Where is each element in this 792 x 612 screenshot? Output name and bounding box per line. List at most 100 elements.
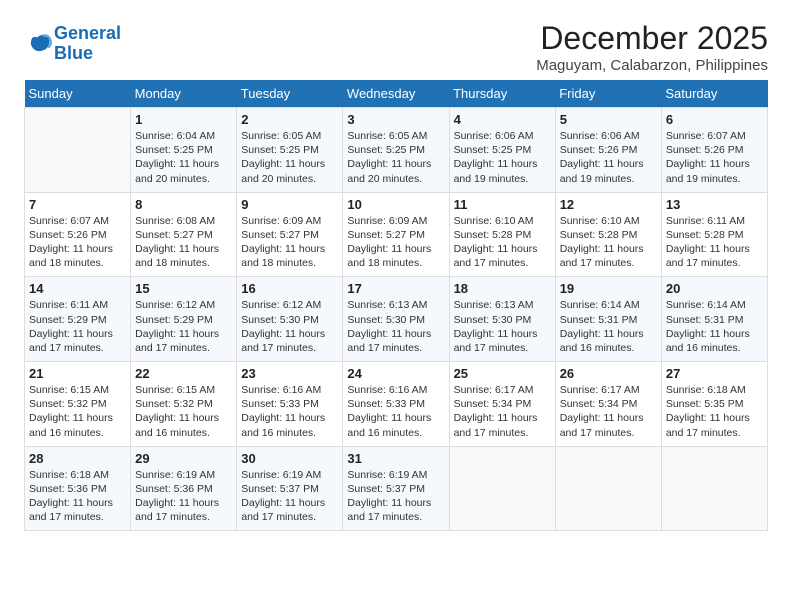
week-row-5: 28Sunrise: 6:18 AMSunset: 5:36 PMDayligh… <box>25 446 768 531</box>
day-info: Sunrise: 6:12 AMSunset: 5:30 PMDaylight:… <box>241 298 338 355</box>
calendar-cell: 24 Sunrise: 6:16 AMSunset: 5:33 PMDayligh… <box>343 362 449 447</box>
day-number: 13 <box>666 197 763 212</box>
calendar-cell: 31 Sunrise: 6:19 AMSunset: 5:37 PMDayligh… <box>343 446 449 531</box>
day-info: Sunrise: 6:15 AMSunset: 5:32 PMDaylight:… <box>29 383 126 440</box>
header-row: SundayMondayTuesdayWednesdayThursdayFrid… <box>25 80 768 108</box>
calendar-cell: 30Sunrise: 6:19 AMSunset: 5:37 PMDayligh… <box>237 446 343 531</box>
day-number: 4 <box>454 112 551 127</box>
day-info: Sunrise: 6:15 AMSunset: 5:32 PMDaylight:… <box>135 383 232 440</box>
day-number: 8 <box>135 197 232 212</box>
day-number: 12 <box>560 197 657 212</box>
header-cell-tuesday: Tuesday <box>237 80 343 108</box>
logo-text: General Blue <box>54 24 121 64</box>
calendar-cell: 28Sunrise: 6:18 AMSunset: 5:36 PMDayligh… <box>25 446 131 531</box>
calendar-cell <box>555 446 661 531</box>
day-number: 3 <box>347 112 444 127</box>
day-number: 29 <box>135 451 232 466</box>
calendar-cell: 12 Sunrise: 6:10 AMSunset: 5:28 PMDayligh… <box>555 192 661 277</box>
week-row-1: 1 Sunrise: 6:04 AMSunset: 5:25 PMDaylight… <box>25 108 768 193</box>
day-info: Sunrise: 6:14 AMSunset: 5:31 PMDaylight:… <box>666 298 763 355</box>
day-info: Sunrise: 6:04 AMSunset: 5:25 PMDaylight:… <box>135 129 232 186</box>
day-info: Sunrise: 6:07 AMSunset: 5:26 PMDaylight:… <box>666 129 763 186</box>
day-number: 17 <box>347 281 444 296</box>
day-number: 5 <box>560 112 657 127</box>
logo: General Blue <box>24 24 121 64</box>
calendar-cell <box>449 446 555 531</box>
day-info: Sunrise: 6:12 AMSunset: 5:29 PMDaylight:… <box>135 298 232 355</box>
calendar-cell: 5 Sunrise: 6:06 AMSunset: 5:26 PMDaylight… <box>555 108 661 193</box>
calendar-cell <box>661 446 767 531</box>
day-number: 9 <box>241 197 338 212</box>
logo-line2: Blue <box>54 43 93 63</box>
calendar-cell: 10Sunrise: 6:09 AMSunset: 5:27 PMDayligh… <box>343 192 449 277</box>
day-number: 15 <box>135 281 232 296</box>
header-cell-wednesday: Wednesday <box>343 80 449 108</box>
day-info: Sunrise: 6:16 AMSunset: 5:33 PMDaylight:… <box>347 383 444 440</box>
day-info: Sunrise: 6:05 AMSunset: 5:25 PMDaylight:… <box>347 129 444 186</box>
day-number: 24 <box>347 366 444 381</box>
day-number: 18 <box>454 281 551 296</box>
week-row-4: 21 Sunrise: 6:15 AMSunset: 5:32 PMDayligh… <box>25 362 768 447</box>
day-number: 6 <box>666 112 763 127</box>
day-number: 11 <box>454 197 551 212</box>
calendar-cell: 4 Sunrise: 6:06 AMSunset: 5:25 PMDaylight… <box>449 108 555 193</box>
calendar-table: SundayMondayTuesdayWednesdayThursdayFrid… <box>24 80 768 531</box>
week-row-2: 7Sunrise: 6:07 AMSunset: 5:26 PMDaylight… <box>25 192 768 277</box>
header-cell-sunday: Sunday <box>25 80 131 108</box>
day-info: Sunrise: 6:05 AMSunset: 5:25 PMDaylight:… <box>241 129 338 186</box>
calendar-cell: 8Sunrise: 6:08 AMSunset: 5:27 PMDaylight… <box>131 192 237 277</box>
day-number: 30 <box>241 451 338 466</box>
day-number: 20 <box>666 281 763 296</box>
calendar-cell: 18Sunrise: 6:13 AMSunset: 5:30 PMDayligh… <box>449 277 555 362</box>
logo-line1: General <box>54 23 121 43</box>
calendar-cell: 19 Sunrise: 6:14 AMSunset: 5:31 PMDayligh… <box>555 277 661 362</box>
day-number: 2 <box>241 112 338 127</box>
calendar-cell: 11 Sunrise: 6:10 AMSunset: 5:28 PMDayligh… <box>449 192 555 277</box>
day-number: 22 <box>135 366 232 381</box>
calendar-cell: 9 Sunrise: 6:09 AMSunset: 5:27 PMDaylight… <box>237 192 343 277</box>
calendar-cell: 14Sunrise: 6:11 AMSunset: 5:29 PMDayligh… <box>25 277 131 362</box>
calendar-cell: 26Sunrise: 6:17 AMSunset: 5:34 PMDayligh… <box>555 362 661 447</box>
day-number: 23 <box>241 366 338 381</box>
calendar-cell: 6 Sunrise: 6:07 AMSunset: 5:26 PMDaylight… <box>661 108 767 193</box>
header-cell-monday: Monday <box>131 80 237 108</box>
calendar-cell: 23 Sunrise: 6:16 AMSunset: 5:33 PMDayligh… <box>237 362 343 447</box>
calendar-cell: 21 Sunrise: 6:15 AMSunset: 5:32 PMDayligh… <box>25 362 131 447</box>
calendar-cell: 29 Sunrise: 6:19 AMSunset: 5:36 PMDayligh… <box>131 446 237 531</box>
day-info: Sunrise: 6:06 AMSunset: 5:25 PMDaylight:… <box>454 129 551 186</box>
calendar-cell: 27 Sunrise: 6:18 AMSunset: 5:35 PMDayligh… <box>661 362 767 447</box>
calendar-cell: 15 Sunrise: 6:12 AMSunset: 5:29 PMDayligh… <box>131 277 237 362</box>
calendar-cell: 22 Sunrise: 6:15 AMSunset: 5:32 PMDayligh… <box>131 362 237 447</box>
day-number: 10 <box>347 197 444 212</box>
day-info: Sunrise: 6:10 AMSunset: 5:28 PMDaylight:… <box>560 214 657 271</box>
calendar-cell: 1 Sunrise: 6:04 AMSunset: 5:25 PMDaylight… <box>131 108 237 193</box>
day-info: Sunrise: 6:17 AMSunset: 5:34 PMDaylight:… <box>560 383 657 440</box>
day-number: 31 <box>347 451 444 466</box>
day-info: Sunrise: 6:13 AMSunset: 5:30 PMDaylight:… <box>347 298 444 355</box>
title-block: December 2025 Maguyam, Calabarzon, Phili… <box>536 20 768 74</box>
header-cell-friday: Friday <box>555 80 661 108</box>
calendar-cell <box>25 108 131 193</box>
day-info: Sunrise: 6:18 AMSunset: 5:35 PMDaylight:… <box>666 383 763 440</box>
day-number: 21 <box>29 366 126 381</box>
calendar-cell: 25Sunrise: 6:17 AMSunset: 5:34 PMDayligh… <box>449 362 555 447</box>
day-info: Sunrise: 6:19 AMSunset: 5:37 PMDaylight:… <box>347 468 444 525</box>
calendar-cell: 20 Sunrise: 6:14 AMSunset: 5:31 PMDayligh… <box>661 277 767 362</box>
calendar-cell: 16Sunrise: 6:12 AMSunset: 5:30 PMDayligh… <box>237 277 343 362</box>
day-info: Sunrise: 6:11 AMSunset: 5:28 PMDaylight:… <box>666 214 763 271</box>
calendar-cell: 17 Sunrise: 6:13 AMSunset: 5:30 PMDayligh… <box>343 277 449 362</box>
day-number: 1 <box>135 112 232 127</box>
day-info: Sunrise: 6:09 AMSunset: 5:27 PMDaylight:… <box>241 214 338 271</box>
day-number: 19 <box>560 281 657 296</box>
day-number: 28 <box>29 451 126 466</box>
day-info: Sunrise: 6:10 AMSunset: 5:28 PMDaylight:… <box>454 214 551 271</box>
day-info: Sunrise: 6:14 AMSunset: 5:31 PMDaylight:… <box>560 298 657 355</box>
week-row-3: 14Sunrise: 6:11 AMSunset: 5:29 PMDayligh… <box>25 277 768 362</box>
day-number: 27 <box>666 366 763 381</box>
day-info: Sunrise: 6:19 AMSunset: 5:36 PMDaylight:… <box>135 468 232 525</box>
calendar-cell: 3 Sunrise: 6:05 AMSunset: 5:25 PMDaylight… <box>343 108 449 193</box>
day-info: Sunrise: 6:06 AMSunset: 5:26 PMDaylight:… <box>560 129 657 186</box>
day-info: Sunrise: 6:07 AMSunset: 5:26 PMDaylight:… <box>29 214 126 271</box>
day-number: 14 <box>29 281 126 296</box>
day-info: Sunrise: 6:16 AMSunset: 5:33 PMDaylight:… <box>241 383 338 440</box>
